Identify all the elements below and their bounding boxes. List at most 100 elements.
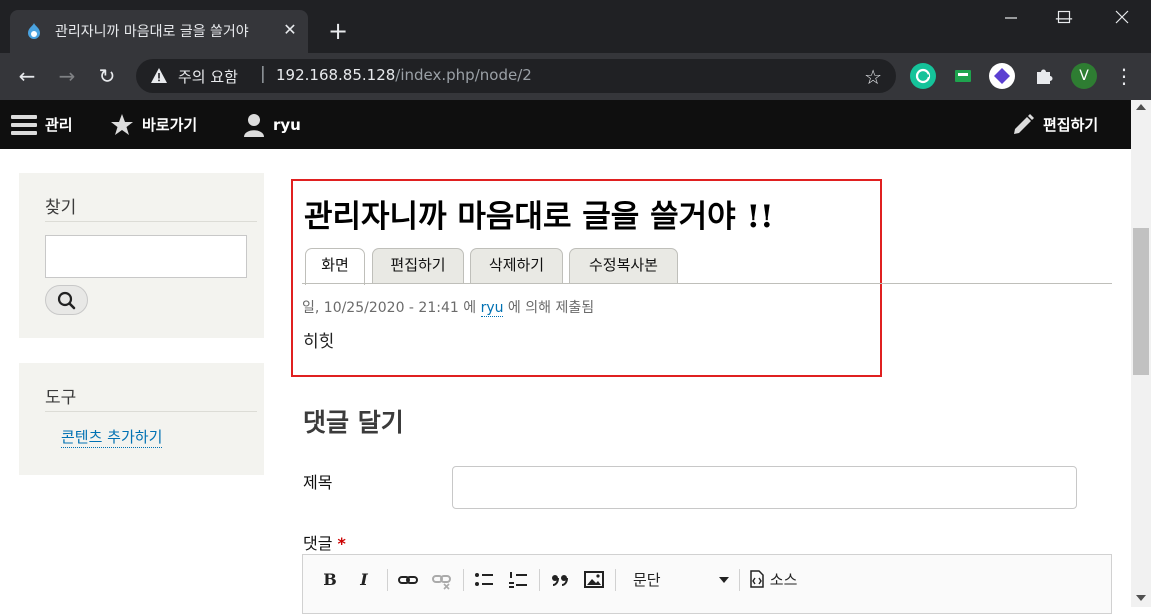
tab-close-icon[interactable]: ✕: [280, 20, 300, 40]
bookmark-star-icon[interactable]: ☆: [864, 65, 882, 89]
tab-delete[interactable]: 삭제하기: [470, 248, 563, 284]
new-tab-button[interactable]: +: [324, 18, 352, 46]
browser-tab-strip: 관리자니까 마음대로 글을 쓸거야 ✕ + —: [0, 0, 1151, 53]
drupal-favicon: [28, 23, 40, 39]
image-button[interactable]: [583, 569, 605, 591]
profile-avatar[interactable]: V: [1071, 63, 1097, 89]
source-button[interactable]: 소스: [749, 569, 809, 591]
close-icon: [1115, 10, 1129, 24]
minimize-window-icon[interactable]: [983, 0, 1039, 38]
admin-manage-item[interactable]: 관리: [11, 100, 73, 149]
blockquote-button[interactable]: [549, 569, 571, 591]
comment-editor[interactable]: B I 문단 소스: [302, 554, 1112, 614]
node-body: 히힛: [303, 332, 335, 352]
chevron-down-icon: [719, 577, 729, 583]
submitted-meta: 일, 10/25/2020 - 21:41 에 ryu 에 의해 제출됨: [302, 297, 594, 317]
comment-label: 댓글 *: [303, 530, 346, 554]
paragraph-format-dropdown[interactable]: 문단: [625, 569, 735, 591]
scroll-up-arrow-icon[interactable]: [1136, 104, 1146, 110]
admin-edit-label: 편집하기: [1043, 116, 1099, 134]
tools-block: 도구 콘텐츠 추가하기: [19, 363, 264, 475]
search-button[interactable]: [45, 285, 88, 315]
subject-input[interactable]: [452, 466, 1077, 509]
green-screen-icon: [955, 70, 971, 82]
italic-button[interactable]: I: [355, 569, 373, 591]
scroll-thumb[interactable]: [1133, 228, 1149, 375]
admin-shortcuts-label: 바로가기: [142, 116, 198, 134]
comment-label-text: 댓글: [303, 534, 333, 553]
paragraph-format-label: 문단: [633, 571, 661, 589]
search-icon: [57, 291, 76, 310]
subject-label: 제목: [303, 473, 333, 492]
bold-button[interactable]: B: [321, 569, 339, 591]
scroll-down-arrow-icon[interactable]: [1136, 595, 1146, 601]
extension-diamond-icon[interactable]: [989, 63, 1015, 89]
page-title: 관리자니까 마음대로 글을 쓸거야 !!: [304, 199, 774, 235]
divider: [387, 569, 388, 591]
puzzle-icon[interactable]: [1031, 63, 1057, 89]
image-icon: [584, 571, 604, 588]
grammarly-icon[interactable]: [910, 63, 936, 89]
search-block-title: 찾기: [45, 198, 77, 218]
divider: [615, 569, 616, 591]
url-host: 192.168.85.128: [276, 66, 396, 84]
address-bar[interactable]: 주의 요함 | 192.168.85.128/index.php/node/2 …: [136, 59, 896, 93]
reload-button[interactable]: ↻: [93, 63, 121, 91]
tab-title: 관리자니까 마음대로 글을 쓸거야: [55, 24, 249, 40]
warning-triangle-icon: [151, 68, 167, 83]
maximize-icon: [1057, 10, 1071, 24]
tab-revisions[interactable]: 수정복사본: [569, 248, 678, 284]
tools-block-title: 도구: [45, 388, 77, 408]
unlink-icon: [432, 575, 451, 590]
url-path: /index.php/node/2: [395, 66, 532, 84]
forward-button[interactable]: →: [53, 63, 81, 91]
star-icon: [111, 113, 133, 135]
source-label: 소스: [769, 571, 798, 589]
diamond-icon: [994, 68, 1010, 84]
back-button[interactable]: ←: [13, 63, 41, 91]
tab-view[interactable]: 화면: [305, 248, 365, 285]
admin-shortcuts-item[interactable]: 바로가기: [110, 100, 197, 149]
source-icon: [750, 570, 764, 588]
divider: [45, 221, 257, 222]
author-link[interactable]: ryu: [480, 300, 504, 317]
unlink-button[interactable]: [431, 569, 453, 591]
search-block: 찾기: [19, 173, 264, 338]
tab-edit[interactable]: 편집하기: [372, 248, 464, 284]
url-separator: |: [260, 64, 266, 84]
pencil-icon: [1014, 113, 1034, 134]
extension-green-icon[interactable]: [950, 63, 976, 89]
browser-toolbar: ← → ↻ 주의 요함 | 192.168.85.128/index.php/n…: [0, 53, 1151, 100]
kebab-menu-icon[interactable]: ⋮: [1110, 63, 1138, 91]
extensions-puzzle-icon: [1037, 69, 1053, 84]
bulleted-list-button[interactable]: [473, 569, 495, 591]
divider: [539, 569, 540, 591]
divider: [463, 569, 464, 591]
tabs-divider: [302, 283, 1112, 284]
divider: [739, 569, 740, 591]
user-icon: [244, 113, 264, 137]
search-input[interactable]: [45, 235, 247, 278]
quote-icon: [552, 575, 568, 586]
numbered-list-icon: [509, 572, 527, 588]
browser-tab[interactable]: 관리자니까 마음대로 글을 쓸거야 ✕: [10, 10, 308, 53]
grammarly-g-icon: [915, 68, 931, 84]
admin-toolbar: 관리 바로가기 ryu 편집하기: [0, 100, 1131, 149]
maximize-button[interactable]: [1036, 0, 1092, 38]
link-icon: [398, 576, 418, 584]
numbered-list-button[interactable]: [507, 569, 529, 591]
link-button[interactable]: [397, 569, 419, 591]
minimize-icon: [1005, 17, 1017, 19]
required-mark: *: [337, 534, 346, 553]
admin-edit-item[interactable]: 편집하기: [1011, 100, 1098, 149]
close-window-button[interactable]: [1094, 0, 1150, 38]
comment-heading: 댓글 달기: [303, 408, 404, 437]
bulleted-list-icon: [475, 573, 493, 586]
security-warning-label[interactable]: 주의 요함: [178, 66, 238, 87]
meta-suffix: 에 의해 제출됨: [503, 300, 595, 316]
admin-user-item[interactable]: ryu: [243, 100, 301, 149]
admin-manage-label: 관리: [45, 116, 73, 134]
add-content-link[interactable]: 콘텐츠 추가하기: [61, 428, 163, 448]
page-scrollbar[interactable]: [1131, 100, 1151, 607]
url-text[interactable]: 192.168.85.128/index.php/node/2: [276, 66, 532, 84]
